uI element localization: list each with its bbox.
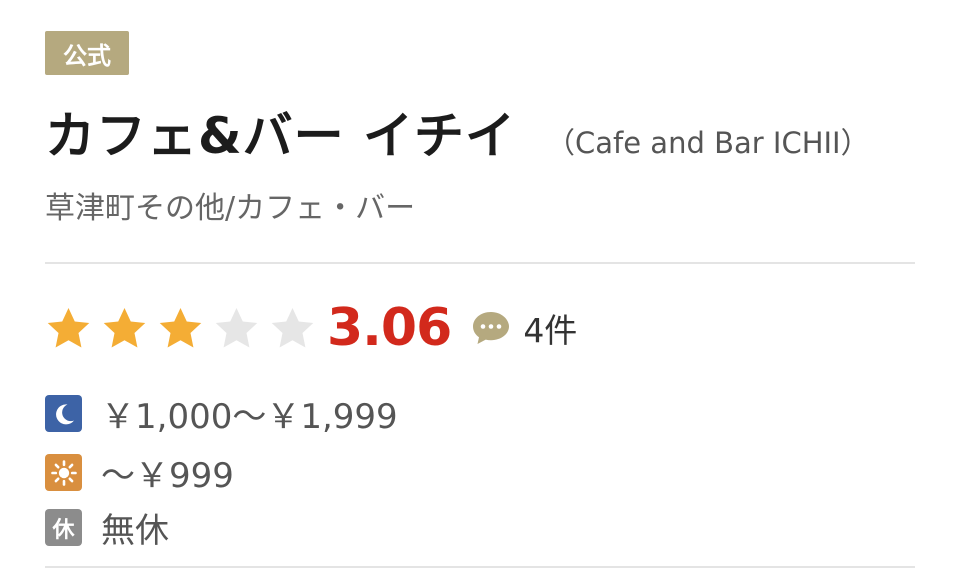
star-icon xyxy=(103,307,146,347)
star-icon xyxy=(271,307,314,347)
divider xyxy=(45,566,915,568)
dinner-budget-row: ￥1,000～￥1,999 xyxy=(45,389,398,438)
divider xyxy=(45,262,915,264)
closed-days: 無休 xyxy=(101,511,169,551)
closed-day-icon: 休 xyxy=(45,509,82,546)
restaurant-name: カフェ&バー イチイ xyxy=(45,107,517,165)
rating-row[interactable]: 3.06 4件 xyxy=(45,296,577,360)
official-badge: 公式 xyxy=(45,31,129,75)
star-icon xyxy=(215,307,258,347)
sun-icon xyxy=(45,454,82,491)
comment-icon xyxy=(473,312,510,344)
title-row: カフェ&バー イチイ （Cafe and Bar ICHII） xyxy=(45,96,870,168)
rating-score: 3.06 xyxy=(327,298,452,358)
rating-stars xyxy=(45,305,325,352)
lunch-budget: ～￥999 xyxy=(101,456,234,496)
star-icon xyxy=(47,307,90,347)
lunch-budget-row: ～￥999 xyxy=(45,448,234,497)
area-genre[interactable]: 草津町その他/カフェ・バー xyxy=(45,183,415,227)
star-icon xyxy=(159,307,202,347)
holiday-row: 休 無休 xyxy=(45,503,169,552)
dinner-budget: ￥1,000～￥1,999 xyxy=(101,397,398,437)
review-count[interactable]: 4件 xyxy=(523,304,577,352)
restaurant-name-romaji: （Cafe and Bar ICHII） xyxy=(546,126,870,160)
moon-icon xyxy=(45,395,82,432)
